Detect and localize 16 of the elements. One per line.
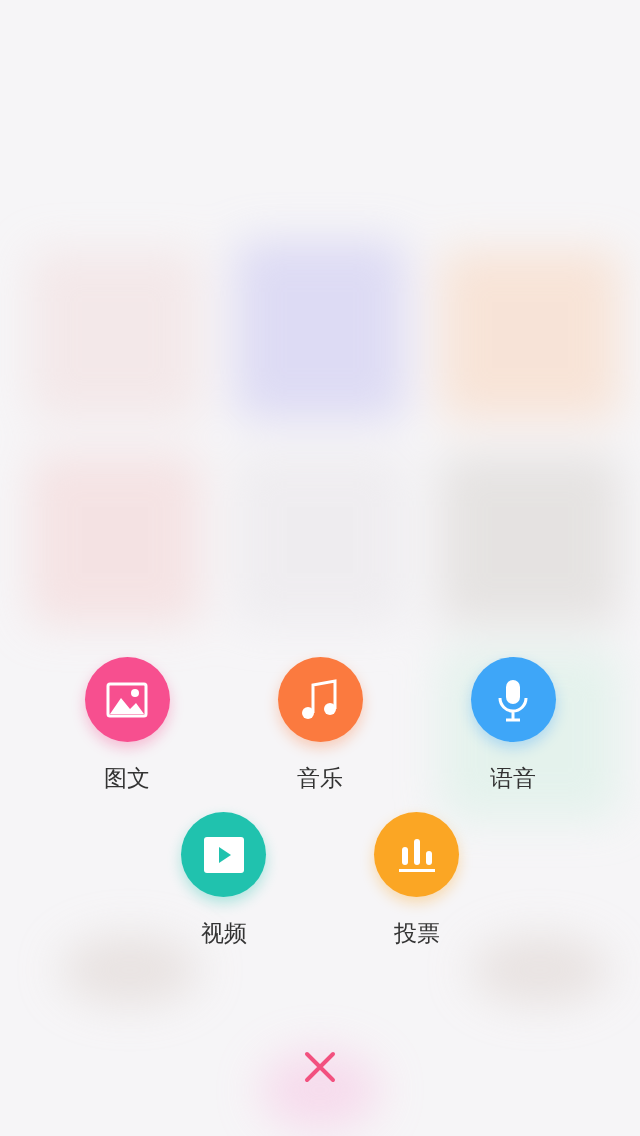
close-icon bbox=[304, 1051, 336, 1083]
play-icon bbox=[203, 836, 244, 873]
action-button[interactable] bbox=[84, 657, 170, 742]
action-button[interactable] bbox=[277, 657, 363, 742]
action-label: 音乐 bbox=[297, 764, 343, 792]
action-button[interactable] bbox=[470, 657, 556, 742]
action-label: 视频 bbox=[200, 919, 247, 947]
bar-chart-icon bbox=[396, 836, 437, 873]
action-button[interactable] bbox=[181, 812, 266, 897]
action-button[interactable] bbox=[374, 812, 459, 897]
image-icon bbox=[106, 681, 148, 718]
music-note-icon bbox=[300, 678, 340, 721]
action-label: 投票 bbox=[393, 919, 440, 947]
action-label: 图文 bbox=[104, 764, 150, 792]
action-label: 语音 bbox=[490, 764, 536, 792]
microphone-icon bbox=[497, 677, 529, 722]
